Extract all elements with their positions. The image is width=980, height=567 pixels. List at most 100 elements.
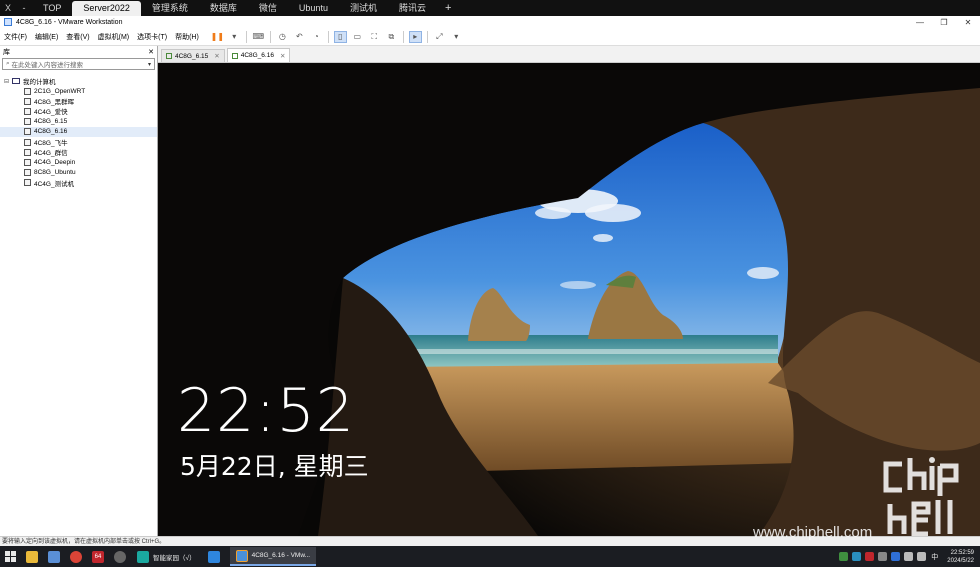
- library-view-icon[interactable]: ▯: [333, 30, 347, 43]
- home-assistant-icon: [137, 550, 149, 563]
- vm-tab[interactable]: 4C8G_6.15 ✕: [161, 49, 225, 62]
- remote-tab-bar: X - TOP Server2022 管理系统 数据库 微信 Ubuntu 测试…: [0, 0, 980, 16]
- taskbar-app-vmware[interactable]: 4C8G_6.16 - VMw...: [229, 547, 317, 566]
- tray-app-icon[interactable]: [852, 552, 862, 561]
- vm-console[interactable]: 22:52 5月22日, 星期三: [158, 63, 980, 536]
- pause-icon[interactable]: ❚❚: [211, 31, 224, 43]
- chrome-button[interactable]: [65, 548, 87, 565]
- minimize-button[interactable]: —: [908, 18, 932, 27]
- remote-desktop-button[interactable]: [43, 548, 65, 565]
- vm-item[interactable]: 4C4G_群信: [0, 147, 157, 157]
- tab-server2022[interactable]: Server2022: [72, 1, 141, 16]
- vm-item[interactable]: 4C4G_Deepin: [0, 157, 157, 167]
- snapshot-manager-icon[interactable]: ◔: [310, 31, 323, 43]
- menu-edit[interactable]: 编辑(E): [31, 32, 62, 42]
- lockscreen-date: 5月22日, 星期三: [180, 452, 369, 481]
- chevron-down-icon[interactable]: ▾: [228, 31, 241, 43]
- vm-item[interactable]: 4C8G_黑群晖: [0, 96, 157, 106]
- snapshot-icon[interactable]: ◷: [276, 31, 289, 43]
- close-icon[interactable]: X: [0, 3, 16, 13]
- taskbar-clock[interactable]: 22:52:59 2024/5/22: [941, 549, 980, 565]
- watermark-url: www.chiphell.com: [753, 524, 873, 541]
- chevron-down-icon[interactable]: ▾: [148, 61, 151, 68]
- taskbar-app-smarthome[interactable]: 智能家园（√）: [131, 547, 202, 566]
- vm-label: 4C4G_Deepin: [34, 158, 76, 166]
- vm-icon: [24, 158, 31, 166]
- input-language-indicator[interactable]: 中: [931, 552, 938, 562]
- close-icon[interactable]: ✕: [214, 52, 219, 60]
- vm-icon: [24, 128, 31, 136]
- vm-label: 4C4G_群信: [34, 150, 68, 158]
- close-button[interactable]: ✕: [956, 18, 980, 27]
- tray-app-icon[interactable]: [839, 552, 849, 561]
- library-panel: 库 ✕ ⌕ 在此处键入内容进行搜索 ▾ ⊟ 我的计算机 2C1G_OpenWRT…: [0, 46, 158, 536]
- close-icon[interactable]: ✕: [148, 48, 154, 56]
- restore-button[interactable]: ❐: [932, 18, 956, 27]
- close-icon[interactable]: ✕: [280, 52, 285, 60]
- revert-snapshot-icon[interactable]: ↶: [293, 31, 306, 43]
- vm-item-selected[interactable]: 4C8G_6.16: [0, 126, 157, 137]
- settings-button[interactable]: [109, 548, 131, 565]
- network-icon[interactable]: [904, 552, 914, 561]
- vm-tab-active[interactable]: 4C8G_6.16 ✕: [226, 48, 291, 62]
- vm-item[interactable]: 4C8G_6.15: [0, 117, 157, 127]
- vm-item[interactable]: 4C8G_飞牛: [0, 137, 157, 147]
- system-tray: 中 22:52:59 2024/5/22: [837, 546, 980, 567]
- bluetooth-icon[interactable]: [891, 552, 901, 561]
- tab-database[interactable]: 数据库: [199, 1, 248, 15]
- vm-icon: [24, 87, 31, 95]
- vm-label: 4C8G_飞牛: [34, 140, 68, 148]
- vm-label: 4C4G_爱快: [34, 109, 68, 117]
- toolbar-divider: [426, 30, 428, 43]
- vm-tree: ⊟ 我的计算机 2C1G_OpenWRT 4C8G_黑群晖 4C4G_爱快 4C…: [0, 76, 157, 188]
- taskbar-app-label: 智能家园（√）: [153, 554, 196, 562]
- unity-icon[interactable]: ⧉: [385, 31, 398, 43]
- menu-tabs[interactable]: 选项卡(T): [133, 32, 171, 42]
- aida64-button[interactable]: 64: [87, 548, 109, 565]
- taskbar-app-k[interactable]: [202, 547, 230, 566]
- chevron-up-icon[interactable]: [878, 552, 888, 561]
- add-tab-icon[interactable]: +: [437, 2, 459, 14]
- folder-icon: [26, 550, 38, 563]
- tab-top[interactable]: TOP: [32, 1, 72, 15]
- volume-icon[interactable]: [917, 552, 927, 561]
- vmware-icon: [4, 18, 12, 26]
- menu-file[interactable]: 文件(F): [0, 32, 31, 42]
- console-icon[interactable]: ▸: [408, 30, 422, 43]
- thumbnail-view-icon[interactable]: ▭: [351, 31, 364, 43]
- stretch-icon[interactable]: ⤢: [433, 31, 446, 43]
- vm-item[interactable]: 4C4G_爱快: [0, 106, 157, 116]
- vm-label: 8C8G_Ubuntu: [34, 169, 76, 177]
- vm-icon: [24, 97, 31, 105]
- file-explorer-button[interactable]: [21, 548, 43, 565]
- tab-wechat[interactable]: 微信: [248, 1, 288, 15]
- tab-management-system[interactable]: 管理系统: [141, 1, 199, 15]
- menu-vm[interactable]: 虚拟机(M): [94, 32, 134, 42]
- library-search-input[interactable]: ⌕ 在此处键入内容进行搜索 ▾: [2, 58, 155, 70]
- vm-item[interactable]: 8C8G_Ubuntu: [0, 168, 157, 178]
- vm-item[interactable]: 4C4G_测试机: [0, 178, 157, 188]
- tree-root-my-computer[interactable]: ⊟ 我的计算机: [0, 76, 157, 86]
- minimize-icon[interactable]: -: [16, 3, 32, 13]
- menu-view[interactable]: 查看(V): [62, 32, 93, 42]
- send-keys-icon[interactable]: ⌨: [252, 31, 265, 43]
- chevron-down-icon[interactable]: ▾: [450, 31, 463, 43]
- vm-label: 4C4G_测试机: [34, 180, 75, 188]
- start-button[interactable]: [0, 548, 21, 565]
- aida64-tray-icon[interactable]: [865, 552, 875, 561]
- vm-icon: [24, 118, 31, 126]
- vm-icon: [24, 138, 31, 146]
- vm-item[interactable]: 2C1G_OpenWRT: [0, 86, 157, 96]
- tab-tencent-cloud[interactable]: 腾讯云: [388, 1, 437, 15]
- vm-tab-label: 4C8G_6.15: [175, 52, 209, 60]
- chiphell-watermark-logo: [883, 457, 959, 536]
- tab-ubuntu[interactable]: Ubuntu: [288, 1, 339, 15]
- window-title: 4C8G_6.16 - VMware Workstation: [16, 18, 123, 26]
- k-app-icon: [207, 550, 220, 563]
- tab-test-machine[interactable]: 测试机: [339, 1, 388, 15]
- vm-running-icon: [166, 53, 172, 59]
- vm-label: 2C1G_OpenWRT: [34, 87, 86, 95]
- fullscreen-icon[interactable]: ⛶: [368, 31, 381, 43]
- collapse-icon[interactable]: ⊟: [4, 78, 12, 85]
- menu-help[interactable]: 帮助(H): [171, 32, 203, 42]
